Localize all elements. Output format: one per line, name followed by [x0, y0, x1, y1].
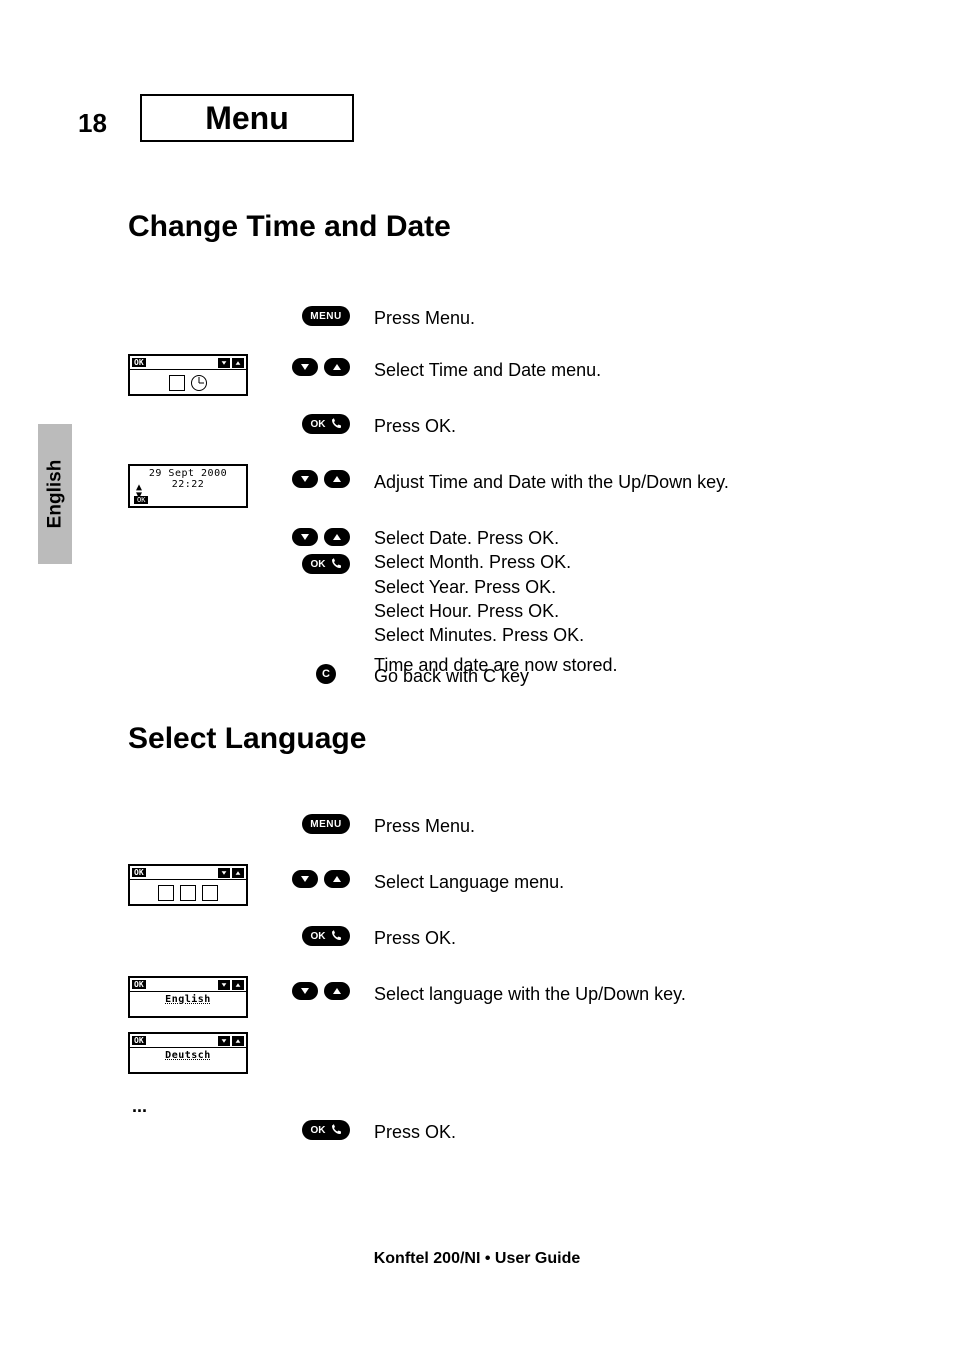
phone-icon: [330, 418, 342, 430]
heading-change-time: Change Time and Date: [128, 210, 451, 244]
ok-button-icon: OK: [302, 1120, 350, 1140]
step-text: Select Hour. Press OK.: [374, 599, 874, 623]
lcd-ok-label: OK: [132, 868, 146, 877]
lcd-date-display: 29 Sept 2000 22:22 ▲▼ OK: [128, 464, 248, 508]
lcd-nav-arrows-icon: [218, 358, 244, 368]
phone-icon: [330, 1124, 342, 1136]
menu-button-icon: MENU: [302, 814, 350, 834]
language-tab-label: English: [44, 460, 66, 529]
step-text: Select Year. Press OK.: [374, 575, 874, 599]
up-down-button-icon: [292, 528, 350, 546]
lcd-language-text: Deutsch: [130, 1048, 246, 1063]
lcd-ok-label: OK: [132, 980, 146, 989]
lcd-flag-icon: [202, 885, 218, 901]
step-text: Select Minutes. Press OK.: [374, 623, 874, 647]
heading-select-language: Select Language: [128, 722, 366, 756]
step-text: Select Language menu.: [374, 870, 874, 894]
lcd-ok-label: OK: [134, 496, 148, 504]
lcd-nav-arrows-icon: [218, 868, 244, 878]
step-text: Press OK.: [374, 1120, 874, 1144]
lcd-nav-arrows-icon: [218, 1036, 244, 1046]
ok-button-icon: OK: [302, 554, 350, 574]
step-text: Select language with the Up/Down key.: [374, 982, 874, 1006]
lcd-language-deutsch: OK Deutsch: [128, 1032, 248, 1074]
ok-button-icon: OK: [302, 926, 350, 946]
step-text: Press OK.: [374, 414, 874, 438]
lcd-flag-icon: [158, 885, 174, 901]
language-tab: English: [38, 424, 72, 564]
step-text: Press OK.: [374, 926, 874, 950]
up-down-button-icon: [292, 870, 350, 888]
step-text: Select Time and Date menu.: [374, 358, 874, 382]
lcd-calendar-icon: [169, 375, 185, 391]
ok-label: OK: [311, 931, 326, 942]
phone-icon: [330, 558, 342, 570]
step-text-block: Select Date. Press OK. Select Month. Pre…: [374, 526, 874, 678]
c-button-icon: C: [316, 664, 336, 684]
step-text: Adjust Time and Date with the Up/Down ke…: [374, 470, 874, 494]
ok-button-icon: OK: [302, 414, 350, 434]
ok-label: OK: [311, 1125, 326, 1136]
lcd-language-menu: OK: [128, 864, 248, 906]
ok-label: OK: [311, 419, 326, 430]
menu-button-icon: MENU: [302, 306, 350, 326]
lcd-ok-label: OK: [132, 1036, 146, 1045]
step-text: Select Date. Press OK.: [374, 526, 874, 550]
ok-label: OK: [311, 559, 326, 570]
up-down-button-icon: [292, 982, 350, 1000]
footer-text: Konftel 200/NI • User Guide: [0, 1250, 954, 1268]
step-text: Press Menu.: [374, 814, 874, 838]
step-text: Press Menu.: [374, 306, 874, 330]
page-title: Menu: [205, 100, 289, 137]
lcd-ok-label: OK: [132, 358, 146, 367]
lcd-flag-icon: [180, 885, 196, 901]
up-down-button-icon: [292, 358, 350, 376]
page-title-box: Menu: [140, 94, 354, 142]
step-text: Select Month. Press OK.: [374, 550, 874, 574]
lcd-date-text: 29 Sept 2000 22:22: [130, 466, 246, 492]
lcd-time-date-menu: OK: [128, 354, 248, 396]
lcd-language-text: English: [130, 992, 246, 1007]
step-text: Go back with C key: [374, 664, 874, 688]
phone-icon: [330, 930, 342, 942]
up-down-button-icon: [292, 470, 350, 488]
page-number: 18: [78, 108, 107, 139]
lcd-clock-icon: [191, 375, 207, 391]
lcd-nav-arrows-icon: [218, 980, 244, 990]
ellipsis: ...: [132, 1096, 147, 1117]
lcd-language-english: OK English: [128, 976, 248, 1018]
